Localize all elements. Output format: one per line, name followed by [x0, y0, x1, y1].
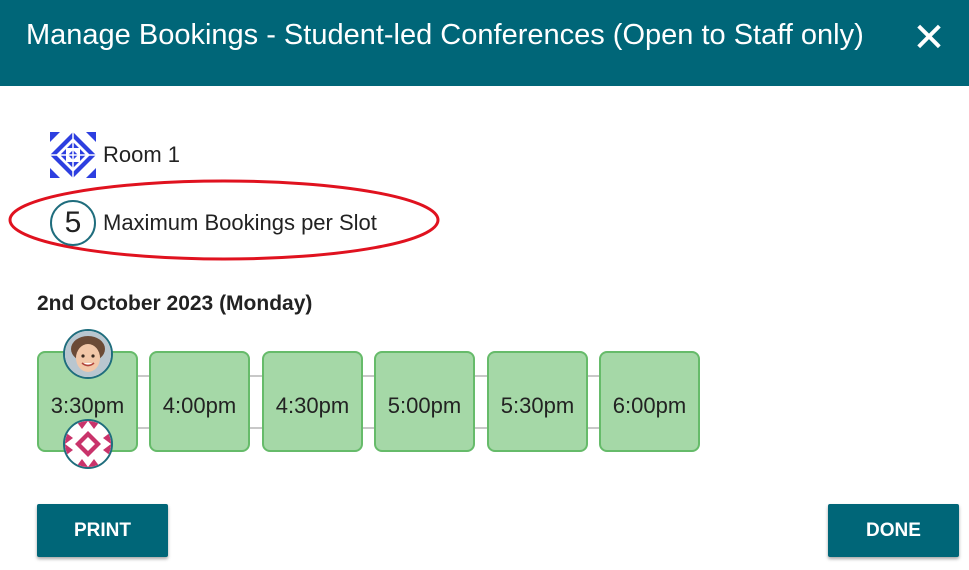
time-slots: 3:30pm 4:00pm 4:30pm 5:00pm 5:30pm 6:00p…: [37, 329, 707, 469]
dialog-header: Manage Bookings - Student-led Conference…: [0, 0, 969, 86]
done-button[interactable]: DONE: [828, 504, 959, 557]
student-avatar[interactable]: [63, 329, 113, 379]
time-slot[interactable]: 4:00pm: [149, 351, 250, 452]
slot-time: 6:00pm: [612, 393, 687, 418]
staff-avatar[interactable]: [63, 419, 113, 469]
dialog-title: Manage Bookings - Student-led Conference…: [26, 19, 864, 51]
close-icon[interactable]: ✕: [911, 18, 947, 58]
time-slot[interactable]: 4:30pm: [262, 351, 363, 452]
slot-time: 3:30pm: [50, 393, 125, 418]
room-label: Room 1: [103, 142, 181, 167]
slot-time: 5:30pm: [500, 393, 575, 418]
student-photo-icon: [65, 331, 111, 377]
time-slot[interactable]: 6:00pm: [599, 351, 700, 452]
max-bookings-label: Maximum Bookings per Slot: [103, 210, 377, 235]
slot-time: 5:00pm: [387, 393, 462, 418]
pattern-avatar-icon: [65, 421, 111, 467]
quilt-pattern-icon: [50, 132, 96, 178]
max-bookings-count: 5: [50, 200, 96, 246]
print-button[interactable]: PRINT: [37, 504, 168, 557]
time-slot[interactable]: 5:00pm: [374, 351, 475, 452]
date-heading: 2nd October 2023 (Monday): [37, 292, 313, 315]
slot-time: 4:00pm: [162, 393, 237, 418]
time-slot[interactable]: 5:30pm: [487, 351, 588, 452]
slot-time: 4:30pm: [275, 393, 350, 418]
